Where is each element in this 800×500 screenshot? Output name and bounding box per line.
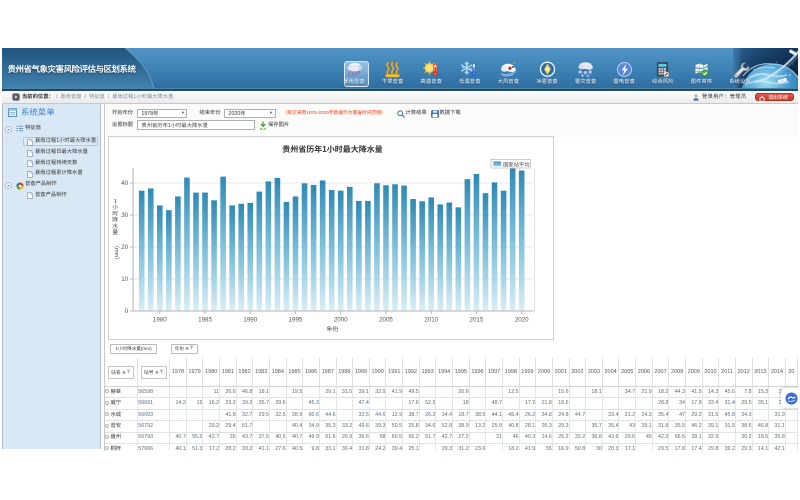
svg-text:20: 20 xyxy=(121,244,128,251)
svg-text:1995: 1995 xyxy=(288,317,302,324)
svg-text:30: 30 xyxy=(121,212,128,219)
svg-text:1985: 1985 xyxy=(198,317,212,324)
svg-text:40: 40 xyxy=(121,180,128,187)
svg-text:2005: 2005 xyxy=(379,317,393,324)
svg-text:2000: 2000 xyxy=(333,317,347,324)
svg-text:0: 0 xyxy=(124,308,128,315)
svg-text:2020: 2020 xyxy=(514,317,528,324)
svg-text:降: 降 xyxy=(112,217,118,224)
svg-text:1990: 1990 xyxy=(243,317,257,324)
svg-text:10: 10 xyxy=(121,276,128,283)
svg-text:量: 量 xyxy=(112,229,118,236)
svg-text:水: 水 xyxy=(112,223,118,230)
svg-text:时: 时 xyxy=(112,210,118,217)
svg-text:贵州省历年1小时最大降水量: 贵州省历年1小时最大降水量 xyxy=(282,145,382,154)
svg-text:2010: 2010 xyxy=(424,317,438,324)
svg-text:（mm）: （mm） xyxy=(113,243,120,263)
svg-text:2015: 2015 xyxy=(469,317,483,324)
svg-text:国家站平均: 国家站平均 xyxy=(503,161,530,168)
svg-text:1: 1 xyxy=(113,199,116,205)
svg-text:1980: 1980 xyxy=(152,317,166,324)
svg-text:小: 小 xyxy=(112,204,118,211)
svg-text:年份: 年份 xyxy=(326,325,338,333)
